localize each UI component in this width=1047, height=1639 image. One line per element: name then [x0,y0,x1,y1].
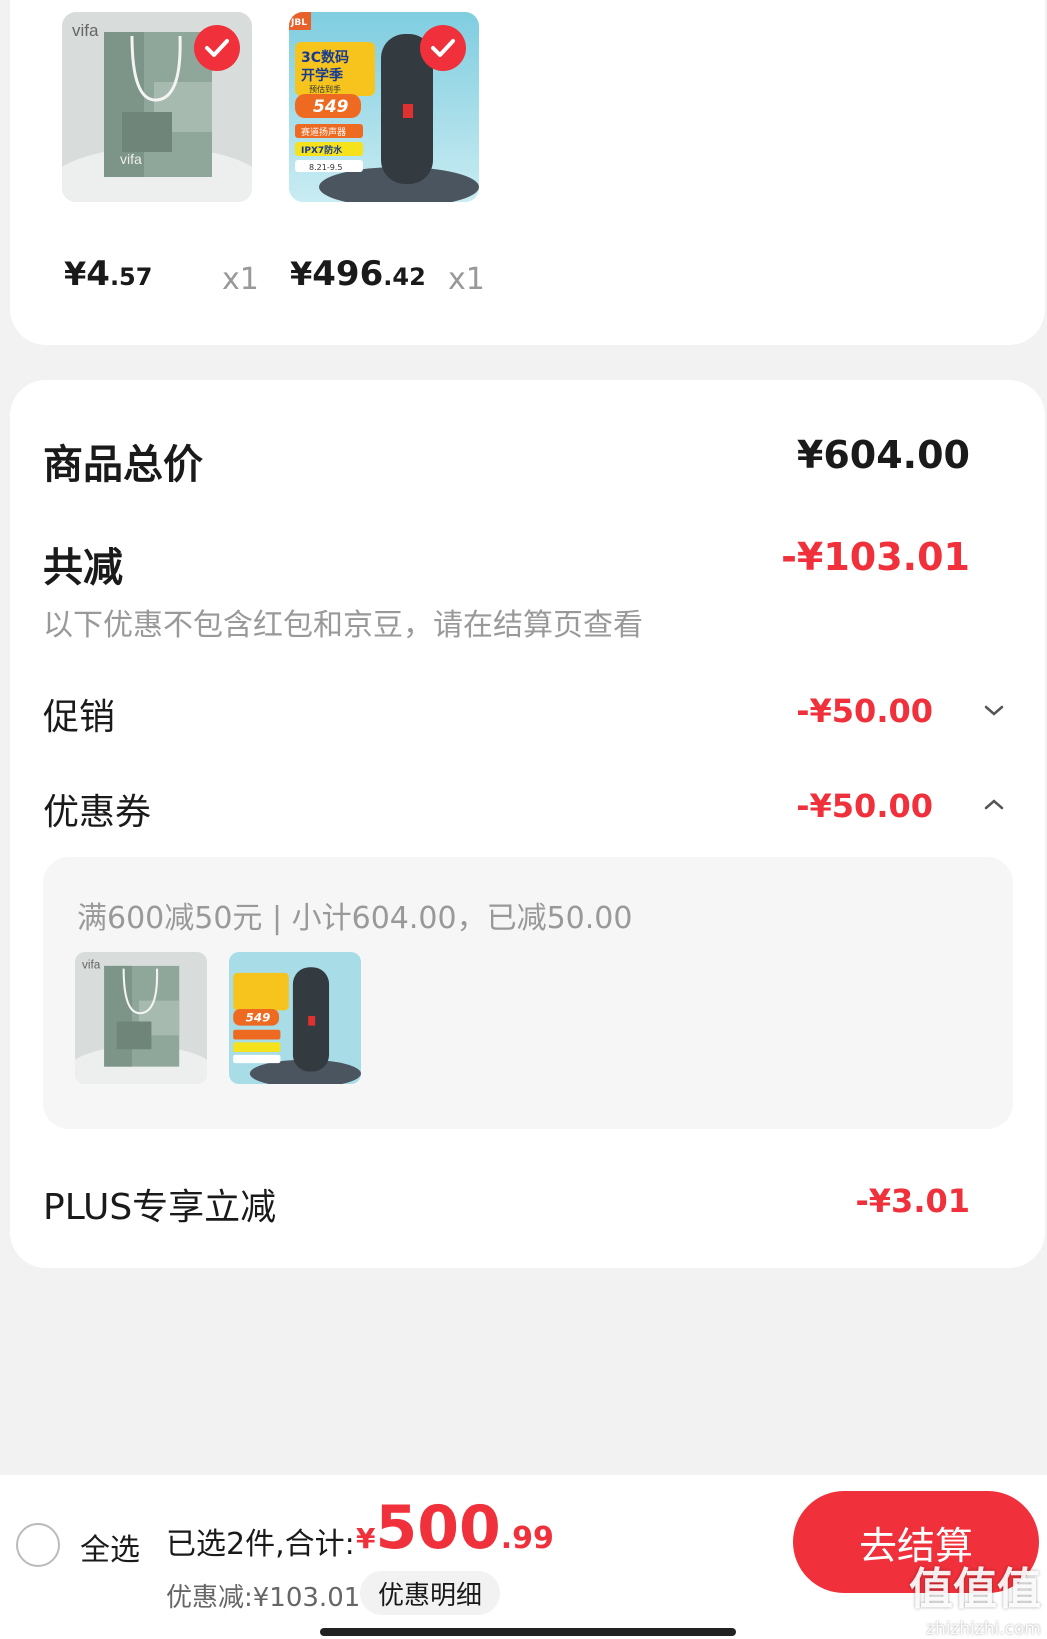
svg-text:预估到手: 预估到手 [309,84,341,94]
promotion-value[interactable]: -¥50.00 [796,692,933,730]
select-all-radio[interactable] [16,1523,60,1567]
coupon-detail-text: 满600减50元 | 小计604.00，已减50.00 [77,901,633,936]
discount-note: 以下优惠不包含红包和京豆，请在结算页查看 [43,608,643,643]
chevron-down-icon[interactable] [983,704,1005,718]
svg-text:vifa: vifa [72,21,99,40]
coupon-detail-panel: 满600减50元 | 小计604.00，已减50.00 vifa 549 [43,857,1013,1129]
svg-text:开学季: 开学季 [301,67,343,84]
coupon-product-thumbnail-vifa: vifa [75,952,207,1084]
item-selected-check-icon[interactable] [420,25,466,71]
svg-text:vifa: vifa [120,151,142,167]
chevron-up-icon[interactable] [983,797,1005,811]
plus-discount-label: PLUS专享立减 [43,1187,277,1228]
plus-discount-value: -¥3.01 [855,1182,971,1220]
total-price-label: 商品总价 [43,442,203,488]
select-all-label[interactable]: 全选 [80,1525,140,1569]
coupon-product-thumbnail-jbl: 549 [229,952,361,1084]
site-watermark-url: zhizhizhi.com [926,1619,1041,1639]
item-quantity: x1 [448,262,485,297]
svg-text:3C数码: 3C数码 [301,49,349,66]
discount-summary-line: 优惠减:¥103.01 [166,1583,361,1613]
vifa-bag-image: vifa [75,952,207,1084]
site-watermark: 值值值 [909,1564,1041,1615]
discount-detail-button[interactable]: 优惠明细 [360,1571,501,1615]
discount-total-value: -¥103.01 [781,535,970,579]
discount-total-label: 共减 [43,545,123,591]
coupon-value[interactable]: -¥50.00 [796,787,933,825]
item-price: ¥4.57 [64,254,153,294]
home-indicator[interactable] [320,1628,736,1636]
total-price-value: ¥604.00 [796,433,970,477]
item-quantity: x1 [222,262,259,297]
cart-total-amount: ¥500.99 [356,1493,554,1563]
svg-text:8.21-9.5: 8.21-9.5 [309,163,342,172]
svg-text:549: 549 [313,97,349,117]
svg-text:549: 549 [246,1010,271,1024]
svg-text:vifa: vifa [82,958,101,972]
svg-text:JBL: JBL [290,18,307,28]
svg-text:IPX7防水: IPX7防水 [301,144,343,156]
jbl-speaker-image: 549 [229,952,361,1084]
promotion-label[interactable]: 促销 [43,688,115,740]
item-selected-check-icon[interactable] [194,25,240,71]
svg-text:赛道扬声器: 赛道扬声器 [301,126,346,138]
selected-count-label: 已选2件,合计: [166,1527,355,1562]
coupon-label[interactable]: 优惠券 [43,783,151,835]
checkout-bar: 全选 已选2件,合计: ¥500.99 优惠减:¥103.01 优惠明细 去结算… [0,1475,1047,1639]
item-price: ¥496.42 [290,254,426,294]
